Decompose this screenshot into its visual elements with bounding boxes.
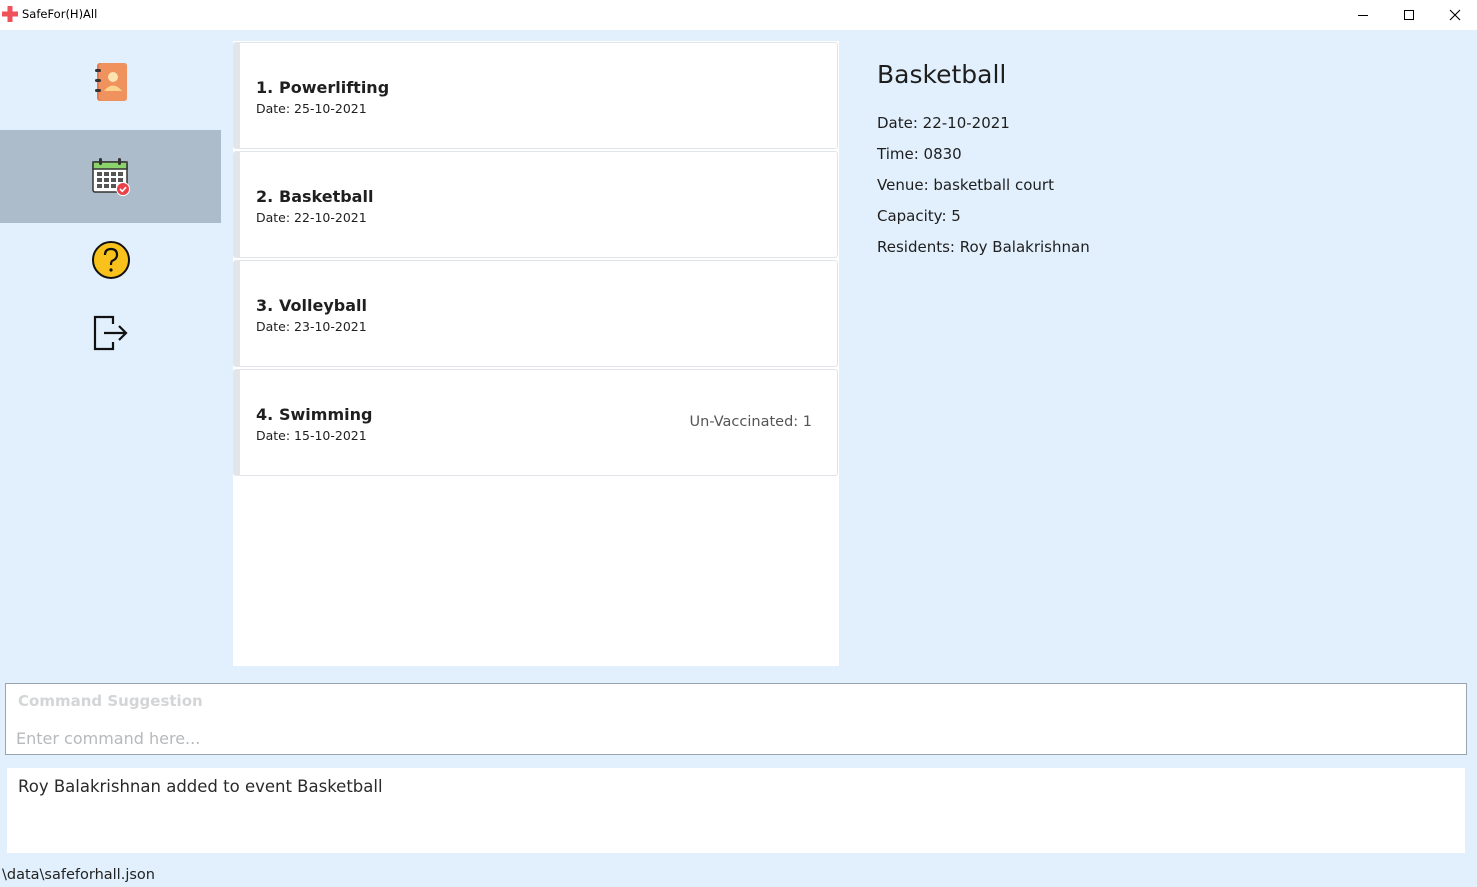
event-date: Date: 23-10-2021 bbox=[256, 319, 367, 334]
event-title: 1. Powerlifting bbox=[256, 78, 389, 97]
close-icon bbox=[1449, 9, 1461, 21]
event-name: Basketball bbox=[279, 187, 374, 206]
event-title: 3. Volleyball bbox=[256, 296, 367, 315]
event-card[interactable]: 3. Volleyball Date: 23-10-2021 bbox=[233, 260, 838, 367]
detail-residents: Residents: Roy Balakrishnan bbox=[877, 238, 1090, 256]
sidebar-item-exit[interactable] bbox=[0, 303, 221, 363]
event-title: 2. Basketball bbox=[256, 187, 373, 206]
event-title: 4. Swimming bbox=[256, 405, 372, 424]
calendar-icon bbox=[91, 157, 130, 196]
detail-capacity: Capacity: 5 bbox=[877, 207, 961, 225]
minimize-icon bbox=[1358, 15, 1368, 16]
exit-icon bbox=[93, 315, 128, 351]
command-input[interactable] bbox=[16, 726, 1456, 750]
event-name: Swimming bbox=[279, 405, 373, 424]
event-card[interactable]: 2. Basketball Date: 22-10-2021 bbox=[233, 151, 838, 258]
result-display: Roy Balakrishnan added to event Basketba… bbox=[7, 768, 1465, 853]
sidebar-item-residents[interactable] bbox=[0, 52, 221, 112]
result-message: Roy Balakrishnan added to event Basketba… bbox=[18, 777, 383, 796]
command-suggestion: Command Suggestion bbox=[18, 692, 203, 710]
maximize-button[interactable] bbox=[1386, 0, 1432, 30]
detail-venue: Venue: basketball court bbox=[877, 176, 1054, 194]
event-index: 1. bbox=[256, 78, 274, 97]
event-name: Powerlifting bbox=[279, 78, 390, 97]
event-index: 4. bbox=[256, 405, 274, 424]
event-date: Date: 15-10-2021 bbox=[256, 428, 367, 443]
event-date: Date: 25-10-2021 bbox=[256, 101, 367, 116]
event-list[interactable]: 1. Powerlifting Date: 25-10-2021 2. Basket… bbox=[233, 41, 839, 666]
status-bar-path: \data\safeforhall.json bbox=[2, 867, 155, 883]
event-index: 3. bbox=[256, 296, 274, 315]
command-box: Command Suggestion bbox=[5, 683, 1467, 755]
detail-time: Time: 0830 bbox=[877, 145, 962, 163]
red-cross-icon bbox=[2, 6, 18, 22]
close-button[interactable] bbox=[1432, 0, 1477, 30]
event-card[interactable]: 1. Powerlifting Date: 25-10-2021 bbox=[233, 42, 838, 149]
sidebar-item-events[interactable] bbox=[0, 130, 221, 223]
maximize-icon bbox=[1404, 10, 1414, 20]
sidebar bbox=[0, 30, 221, 665]
sidebar-item-help[interactable] bbox=[0, 230, 221, 290]
event-card[interactable]: 4. Swimming Date: 15-10-2021 Un-Vaccinate… bbox=[233, 369, 838, 476]
detail-date: Date: 22-10-2021 bbox=[877, 114, 1010, 132]
help-icon bbox=[91, 241, 130, 279]
window-title: SafeFor(H)All bbox=[22, 7, 98, 21]
address-book-icon bbox=[94, 63, 127, 101]
event-date: Date: 22-10-2021 bbox=[256, 210, 367, 225]
event-name: Volleyball bbox=[279, 296, 367, 315]
detail-title: Basketball bbox=[877, 60, 1007, 89]
event-index: 2. bbox=[256, 187, 274, 206]
unvaccinated-count: Un-Vaccinated: 1 bbox=[689, 414, 812, 430]
minimize-button[interactable] bbox=[1340, 0, 1386, 30]
title-bar: SafeFor(H)All bbox=[0, 0, 1477, 30]
